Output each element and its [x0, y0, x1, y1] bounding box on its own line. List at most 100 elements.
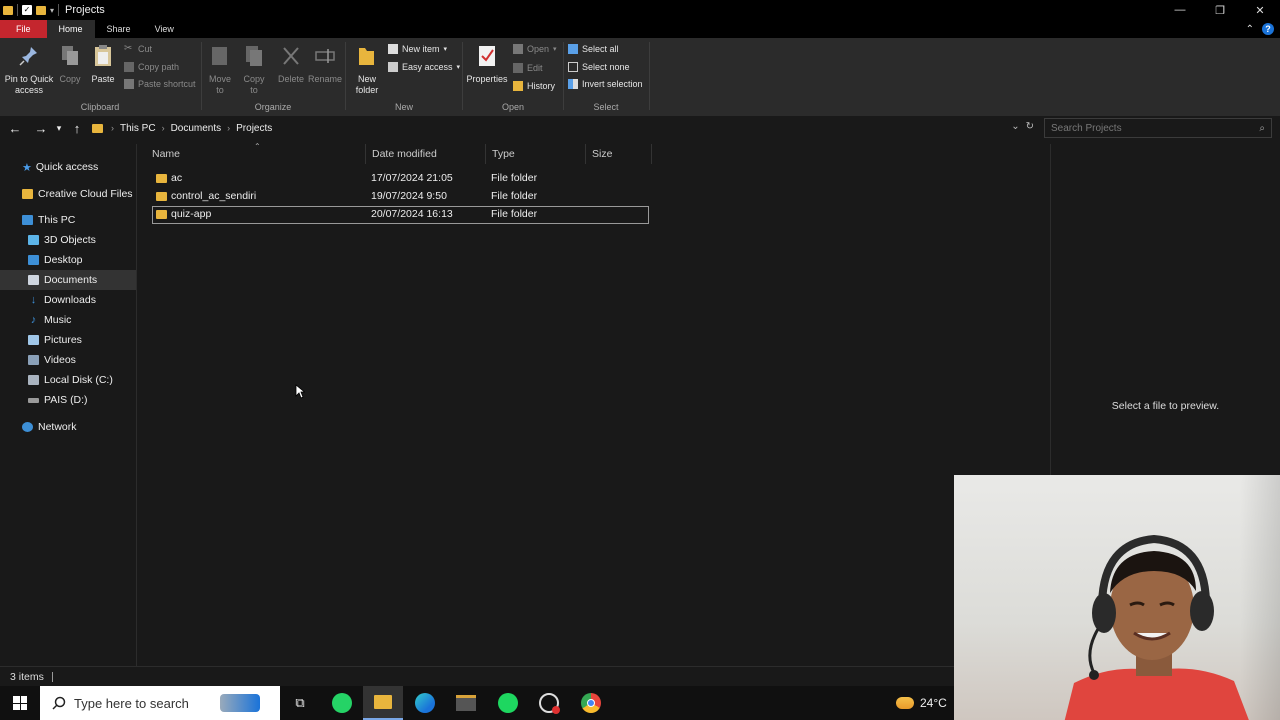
- table-row[interactable]: control_ac_sendiri 19/07/2024 9:50 File …: [152, 188, 649, 206]
- collapse-ribbon-icon[interactable]: ⌃: [1246, 24, 1254, 35]
- tab-file[interactable]: File: [0, 20, 47, 38]
- open-button[interactable]: Open ▾: [513, 44, 557, 54]
- table-row[interactable]: ac 17/07/2024 21:05 File folder: [152, 170, 649, 188]
- customize-toolbar-icon[interactable]: ▾: [50, 6, 54, 15]
- nav-item-this-pc[interactable]: This PC: [0, 210, 136, 230]
- chevron-right-icon[interactable]: ›: [111, 123, 114, 133]
- paste-shortcut-button[interactable]: Paste shortcut: [124, 79, 196, 89]
- cut-button[interactable]: ✂ Cut: [124, 44, 152, 55]
- tab-share[interactable]: Share: [95, 20, 143, 38]
- desktop-icon: [28, 255, 39, 265]
- help-icon[interactable]: ?: [1262, 23, 1274, 35]
- properties-quick-icon[interactable]: ✓: [22, 5, 32, 15]
- screen-recorder-app-button[interactable]: [529, 686, 569, 720]
- properties-button[interactable]: Properties: [465, 42, 509, 85]
- close-button[interactable]: ✕: [1240, 0, 1280, 20]
- search-highlight-icon: [220, 694, 260, 712]
- address-bar[interactable]: › This PC › Documents › Projects ⌄ ↻: [88, 118, 1038, 138]
- easy-access-button[interactable]: Easy access ▾: [388, 62, 460, 72]
- taskbar-search-input[interactable]: [74, 695, 194, 711]
- recent-locations-button[interactable]: ▾: [52, 123, 66, 134]
- nav-item-downloads[interactable]: ↓ Downloads: [0, 290, 136, 310]
- invert-selection-button[interactable]: Invert selection: [568, 79, 643, 89]
- file-date: 20/07/2024 16:13: [371, 208, 453, 220]
- edit-button[interactable]: Edit: [513, 63, 543, 73]
- select-group-label: Select: [593, 102, 619, 112]
- column-header-name[interactable]: Name: [146, 144, 366, 164]
- nav-item-network[interactable]: Network: [0, 417, 136, 437]
- search-box[interactable]: ⌕: [1044, 118, 1272, 138]
- forward-button[interactable]: →: [30, 121, 52, 136]
- search-input[interactable]: [1051, 122, 1251, 134]
- chevron-right-icon[interactable]: ›: [162, 123, 165, 133]
- new-item-button[interactable]: New item ▾: [388, 44, 447, 54]
- edge-app-button[interactable]: [405, 686, 445, 720]
- up-button[interactable]: ↑: [66, 121, 88, 136]
- open-group-label: Open: [501, 102, 525, 112]
- search-icon[interactable]: ⌕: [1259, 123, 1265, 134]
- new-folder-quick-icon[interactable]: [36, 5, 46, 15]
- properties-label: Properties: [466, 74, 508, 84]
- computer-icon: [22, 215, 33, 225]
- tab-home[interactable]: Home: [46, 20, 95, 38]
- paste-shortcut-label: Paste shortcut: [138, 79, 196, 89]
- separator: [17, 4, 18, 16]
- task-view-button[interactable]: ⧉: [280, 686, 320, 720]
- spotify-app-button[interactable]: [488, 686, 528, 720]
- preview-message: Select a file to preview.: [1111, 400, 1220, 412]
- breadcrumb-projects[interactable]: Projects: [236, 123, 272, 134]
- copy-to-label: Copy to: [243, 74, 265, 95]
- nav-item-local-disk[interactable]: Local Disk (C:): [0, 370, 136, 390]
- move-to-button[interactable]: Move to: [206, 42, 234, 96]
- nav-item-3d-objects[interactable]: 3D Objects: [0, 230, 136, 250]
- minimize-button[interactable]: —: [1160, 0, 1200, 20]
- table-row[interactable]: quiz-app 20/07/2024 16:13 File folder: [152, 206, 649, 224]
- nav-item-videos[interactable]: Videos: [0, 350, 136, 370]
- breadcrumb-this-pc[interactable]: This PC: [120, 123, 156, 134]
- history-button[interactable]: History: [513, 81, 555, 91]
- delete-button[interactable]: Delete: [276, 42, 306, 85]
- pin-to-quick-access-button[interactable]: Pin to Quick access: [4, 42, 54, 96]
- refresh-icon[interactable]: ↻: [1026, 121, 1034, 132]
- code-editor-app-button[interactable]: [446, 686, 486, 720]
- weather-widget[interactable]: 24°C: [896, 686, 947, 720]
- nav-label: PAIS (D:): [44, 394, 88, 406]
- new-group-label: New: [394, 102, 413, 112]
- tab-view[interactable]: View: [143, 20, 186, 38]
- copy-to-button[interactable]: Copy to: [240, 42, 268, 96]
- nav-item-creative-cloud[interactable]: Creative Cloud Files 5(: [0, 184, 136, 204]
- start-button[interactable]: [0, 686, 40, 720]
- organize-group-label: Organize: [254, 102, 292, 112]
- nav-item-pais-drive[interactable]: PAIS (D:): [0, 390, 136, 410]
- select-none-button[interactable]: Select none: [568, 62, 630, 72]
- nav-label: 3D Objects: [44, 234, 96, 246]
- open-icon: [513, 44, 523, 54]
- nav-item-desktop[interactable]: Desktop: [0, 250, 136, 270]
- whatsapp-app-button[interactable]: [322, 686, 362, 720]
- delete-icon: [283, 47, 299, 65]
- rename-button[interactable]: Rename: [308, 42, 342, 85]
- nav-item-pictures[interactable]: Pictures: [0, 330, 136, 350]
- address-dropdown-icon[interactable]: ⌄: [1011, 121, 1019, 132]
- taskbar-search[interactable]: [40, 686, 280, 720]
- file-explorer-app-button[interactable]: [363, 686, 403, 720]
- chrome-app-button[interactable]: [571, 686, 611, 720]
- nav-label: Desktop: [44, 254, 83, 266]
- paste-button[interactable]: Paste: [88, 42, 118, 85]
- column-header-type[interactable]: Type: [486, 144, 586, 164]
- nav-item-quick-access[interactable]: ★ Quick access: [0, 157, 136, 177]
- restore-button[interactable]: ❐: [1200, 0, 1240, 20]
- back-button[interactable]: ←: [4, 121, 26, 136]
- select-all-button[interactable]: Select all: [568, 44, 619, 54]
- copy-path-button[interactable]: Copy path: [124, 62, 179, 72]
- chevron-right-icon[interactable]: ›: [227, 123, 230, 133]
- nav-item-music[interactable]: ♪ Music: [0, 310, 136, 330]
- file-name: ac: [171, 172, 183, 184]
- nav-label: Pictures: [44, 334, 82, 346]
- column-header-size[interactable]: Size: [586, 144, 652, 164]
- breadcrumb-documents[interactable]: Documents: [171, 123, 222, 134]
- nav-item-documents[interactable]: Documents: [0, 270, 136, 290]
- column-header-date[interactable]: Date modified: [366, 144, 486, 164]
- copy-button[interactable]: Copy: [56, 42, 84, 85]
- new-folder-button[interactable]: New folder: [352, 42, 382, 96]
